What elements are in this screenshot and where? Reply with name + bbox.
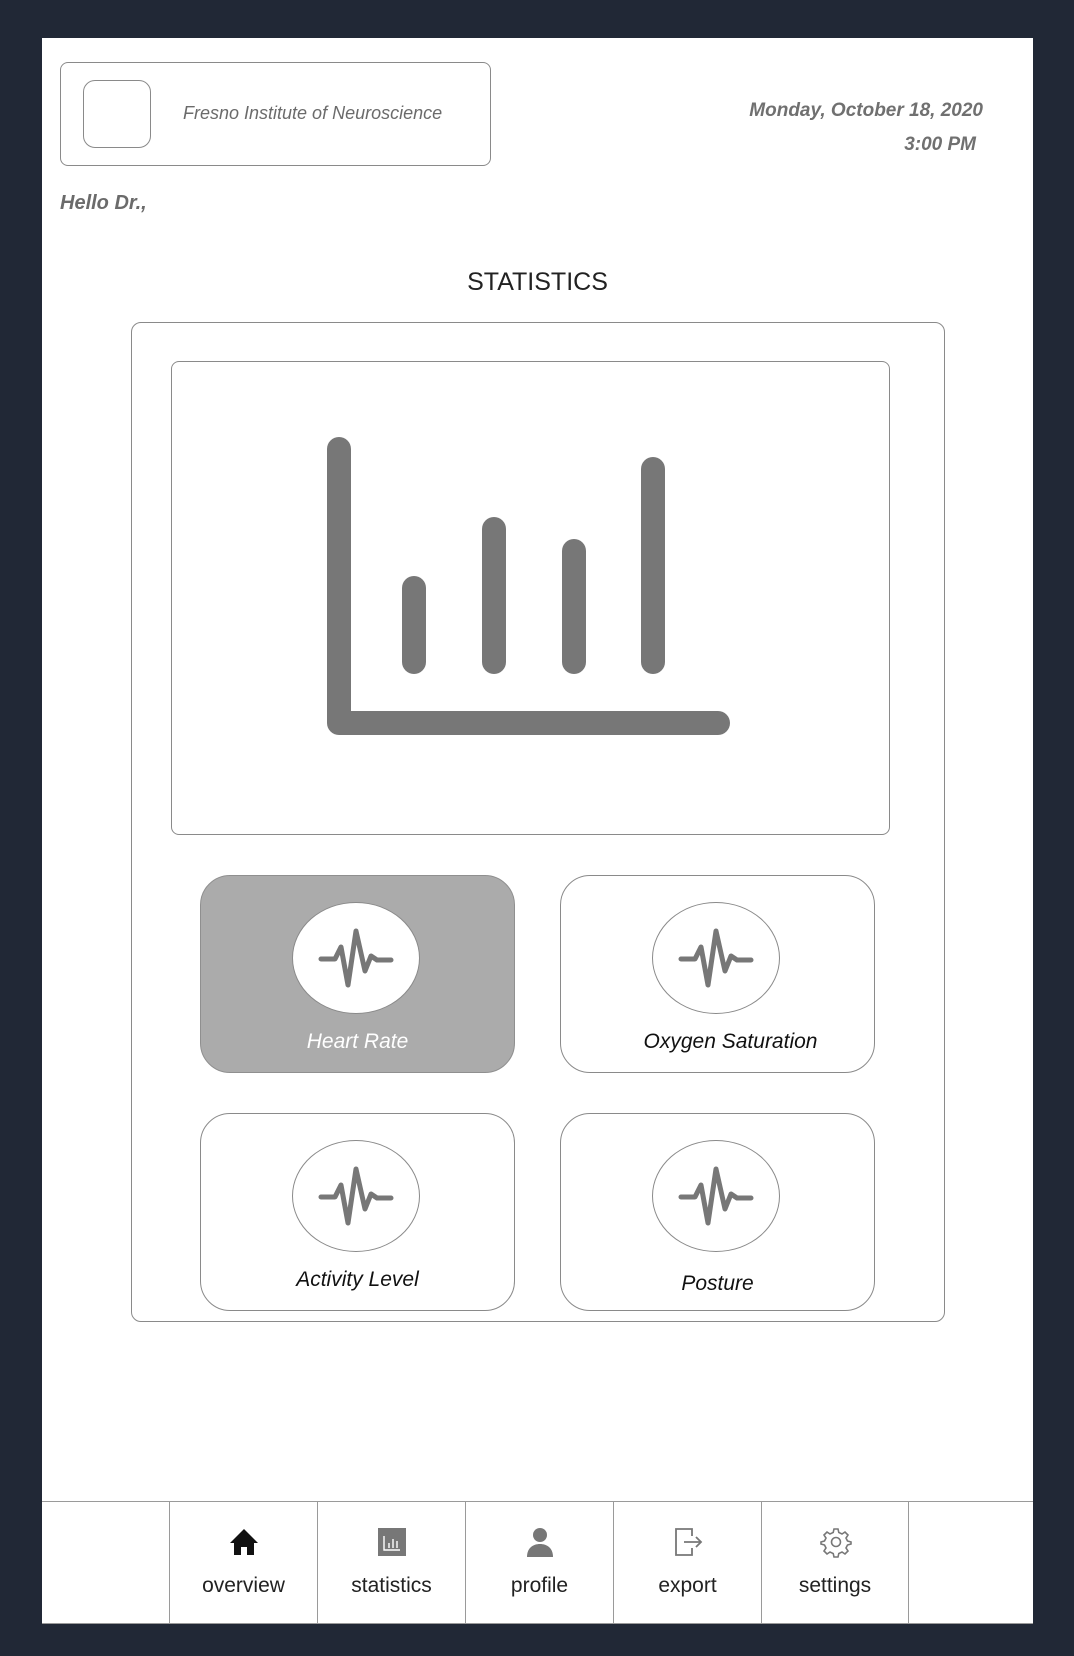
nav-item-profile[interactable]: profile [465,1502,613,1623]
logo-placeholder [83,80,151,148]
metric-card-oxygen-saturation[interactable]: Oxygen Saturation [560,875,875,1073]
metric-card-heart-rate[interactable]: Heart Rate [200,875,515,1073]
home-icon [230,1529,258,1555]
nav-label: profile [510,1574,569,1597]
nav-label: overview [202,1574,285,1597]
institution-header: Fresno Institute of Neuroscience [60,62,491,166]
nav-item-overview[interactable]: overview [169,1502,317,1623]
bottom-nav: overview statistics profile export setti… [42,1501,1033,1624]
nav-label: settings [798,1574,872,1597]
date-time: Monday, October 18, 2020 3:00 PM [749,94,983,162]
metric-card-activity-level[interactable]: Activity Level [200,1113,515,1311]
nav-label: export [658,1574,717,1597]
nav-item-statistics[interactable]: statistics [317,1502,465,1623]
metric-label: Posture [681,1272,754,1295]
user-icon [527,1528,553,1557]
nav-item-export[interactable]: export [613,1502,761,1623]
metric-label: Activity Level [296,1268,419,1291]
metric-card-posture[interactable]: Posture [560,1113,875,1311]
pulse-icon-circle [292,902,420,1014]
pulse-icon [318,1166,394,1226]
current-date: Monday, October 18, 2020 [749,100,983,121]
nav-item-settings[interactable]: settings [761,1502,909,1623]
nav-label: statistics [351,1574,432,1597]
pulse-icon [678,1166,754,1226]
bar-chart-icon [327,437,730,735]
pulse-icon [318,928,394,988]
chart-placeholder [171,361,890,835]
metric-label: Oxygen Saturation [643,1030,818,1053]
app-screen: Fresno Institute of Neuroscience Monday,… [42,38,1033,1624]
pulse-icon-circle [652,902,780,1014]
institution-name: Fresno Institute of Neuroscience [183,103,443,123]
greeting: Hello Dr., [60,192,147,214]
metric-label: Heart Rate [306,1030,409,1053]
page-title: STATISTICS [467,268,608,296]
bar-chart-icon [378,1528,406,1556]
pulse-icon-circle [652,1140,780,1252]
statistics-panel: Heart Rate Oxygen Saturation Activity Le… [131,322,945,1322]
pulse-icon-circle [292,1140,420,1252]
pulse-icon [678,928,754,988]
current-time: 3:00 PM [904,134,976,155]
gear-icon [820,1528,852,1558]
export-icon [675,1528,703,1556]
